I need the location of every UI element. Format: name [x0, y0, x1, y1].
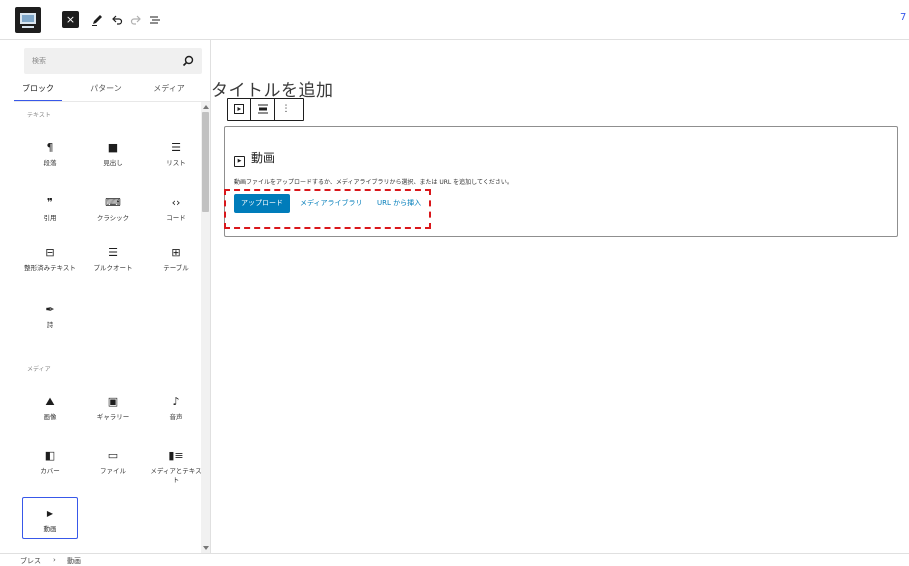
inserter-scrollbar[interactable]	[201, 102, 210, 553]
video-block-title: 動画	[251, 151, 276, 165]
block-label: ファイル	[100, 467, 126, 475]
site-logo-button[interactable]	[15, 7, 41, 33]
media-text-icon: ▮≡	[168, 449, 184, 462]
block-table[interactable]: ⊞ テーブル	[148, 245, 202, 273]
pullquote-icon: ☰	[108, 246, 118, 259]
media-library-button[interactable]: メディアライブラリ	[300, 194, 363, 213]
breadcrumb-item-root[interactable]: ブレス	[20, 556, 41, 566]
paragraph-icon: ¶	[46, 141, 54, 154]
category-label-text: テキスト	[27, 112, 51, 119]
list-view-icon[interactable]	[146, 10, 164, 30]
block-pullquote[interactable]: ☰ プルクオート	[85, 245, 141, 273]
keyboard-icon: ⌨	[105, 196, 121, 209]
quote-icon: ❞	[47, 196, 53, 209]
scroll-thumb[interactable]	[202, 112, 209, 212]
tab-patterns[interactable]: パターン	[82, 80, 130, 102]
scroll-up-arrow[interactable]	[203, 105, 209, 109]
editor-canvas: タイトルを追加 ⋮ ▶ 動画 動画ファイルをアップロードするか、メディアライブラリ…	[211, 40, 909, 553]
pen-icon[interactable]	[88, 10, 106, 30]
block-heading[interactable]: ■ 見出し	[85, 140, 141, 168]
block-audio[interactable]: ♪ 音声	[148, 394, 202, 422]
top-toolbar: × 7	[0, 0, 909, 40]
block-inserter-panel: ブロック パターン メディア テキスト ¶ 段落 ■ 見出し ☰ リスト ❞ 引…	[14, 40, 211, 553]
scroll-down-arrow[interactable]	[203, 546, 209, 550]
redo-icon[interactable]	[127, 10, 145, 30]
more-options-button[interactable]: ⋮	[275, 99, 297, 120]
gallery-icon: ▣	[107, 395, 119, 408]
block-image[interactable]: ⛰ 画像	[22, 394, 78, 422]
code-icon: ‹›	[171, 196, 181, 209]
block-label: 動画	[43, 525, 57, 533]
video-block-instructions: 動画ファイルをアップロードするか、メディアライブラリから選択、または URL を…	[234, 179, 513, 186]
block-label: クラシック	[96, 214, 130, 222]
search-icon	[182, 55, 194, 67]
tab-blocks[interactable]: ブロック	[14, 80, 62, 102]
block-classic[interactable]: ⌨ クラシック	[85, 195, 141, 223]
folder-icon: ▭	[107, 449, 119, 462]
block-file[interactable]: ▭ ファイル	[85, 448, 141, 476]
site-icon-base	[22, 26, 34, 28]
more-vertical-icon: ⋮	[281, 104, 291, 114]
inserter-tabs: ブロック パターン メディア	[14, 80, 210, 102]
category-label-media: メディア	[27, 366, 51, 373]
video-block-heading: ▶ 動画	[234, 149, 275, 167]
block-label: 引用	[43, 214, 57, 222]
music-note-icon: ♪	[172, 395, 180, 408]
undo-icon[interactable]	[108, 10, 126, 30]
tab-media[interactable]: メディア	[145, 80, 193, 102]
feather-pen-icon: ✒	[45, 303, 55, 316]
video-icon: ▶	[234, 156, 245, 167]
block-quote[interactable]: ❞ 引用	[22, 195, 78, 223]
block-gallery[interactable]: ▣ ギャラリー	[85, 394, 141, 422]
video-icon	[234, 104, 244, 114]
cover-icon: ◧	[44, 449, 56, 462]
block-label: メディアとテキスト	[150, 467, 202, 484]
image-icon: ⛰	[45, 395, 55, 408]
block-label: テーブル	[163, 264, 189, 272]
heading-icon: ■	[107, 141, 119, 154]
align-button[interactable]	[251, 99, 274, 120]
preformatted-icon: ⊟	[45, 246, 55, 259]
block-type-button[interactable]	[228, 99, 250, 120]
block-label: 段落	[43, 159, 57, 167]
close-inserter-button[interactable]: ×	[62, 11, 79, 28]
table-icon: ⊞	[171, 246, 181, 259]
video-icon: ▶	[46, 509, 54, 518]
block-label: 音声	[169, 413, 183, 421]
block-label: コード	[166, 214, 186, 222]
toolbar-right-fragment: 7	[900, 12, 907, 23]
breadcrumb-item-current: 動画	[67, 557, 81, 565]
block-label: 詩	[46, 321, 54, 329]
block-label: ギャラリー	[96, 413, 130, 421]
breadcrumb: ブレス › 動画	[0, 553, 909, 566]
block-label: カバー	[40, 467, 60, 475]
block-video[interactable]: ▶ 動画	[22, 497, 78, 539]
video-block-placeholder: ▶ 動画 動画ファイルをアップロードするか、メディアライブラリから選択、または U…	[224, 126, 898, 237]
list-icon: ☰	[171, 141, 181, 154]
block-code[interactable]: ‹› コード	[148, 195, 202, 223]
block-label: 画像	[43, 413, 57, 421]
block-list-item[interactable]: ☰ リスト	[148, 140, 202, 168]
block-verse[interactable]: ✒ 詩	[22, 302, 78, 330]
block-cover[interactable]: ◧ カバー	[22, 448, 78, 476]
search-input[interactable]	[24, 48, 174, 74]
block-media-text[interactable]: ▮≡ メディアとテキスト	[148, 448, 202, 485]
insert-from-url-button[interactable]: URL から挿入	[377, 194, 421, 213]
block-preformatted[interactable]: ⊟ 整形済みテキスト	[22, 245, 78, 273]
block-label: 整形済みテキスト	[24, 264, 76, 272]
block-toolbar: ⋮	[227, 98, 304, 121]
align-icon	[257, 104, 268, 114]
block-label: プルクオート	[93, 264, 133, 272]
block-label: 見出し	[103, 159, 123, 167]
block-list: テキスト ¶ 段落 ■ 見出し ☰ リスト ❞ 引用 ⌨ クラシック ‹› コー…	[14, 102, 202, 553]
site-icon	[20, 13, 36, 24]
block-label: リスト	[166, 159, 186, 167]
upload-button[interactable]: アップロード	[234, 194, 290, 213]
block-paragraph[interactable]: ¶ 段落	[22, 140, 78, 168]
search-box	[24, 48, 202, 74]
breadcrumb-separator: ›	[53, 556, 56, 564]
